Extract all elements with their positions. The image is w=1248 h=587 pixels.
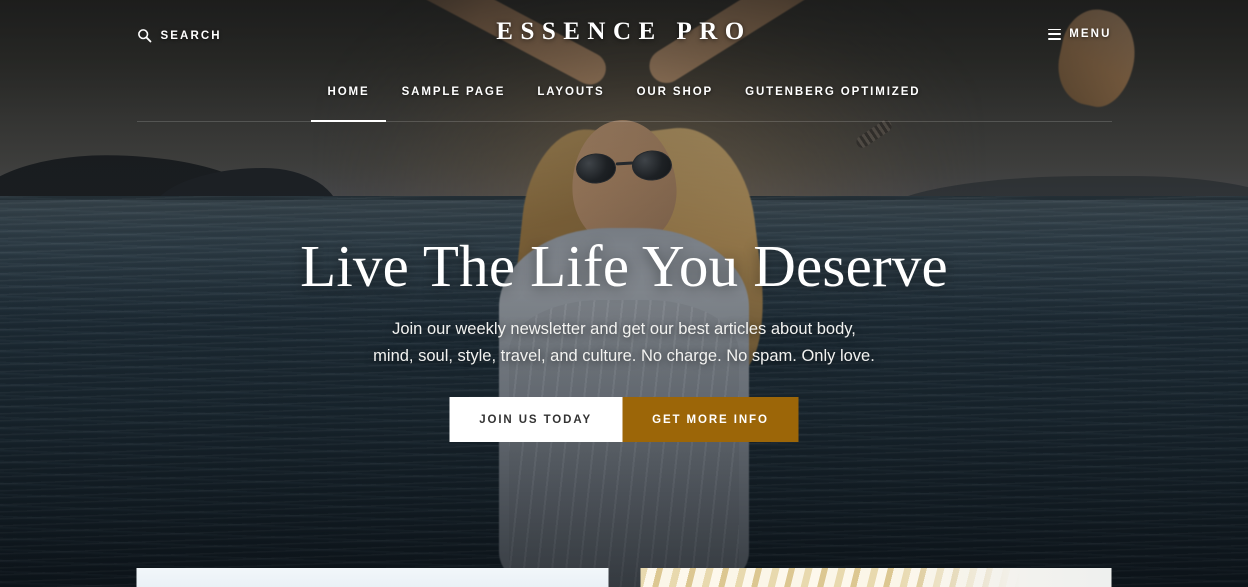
menu-toggle[interactable]: Menu (1048, 28, 1111, 40)
hero-section: Search Essence Pro Menu Home Sample Page… (0, 0, 1248, 587)
nav-item-sample-page[interactable]: Sample Page (386, 78, 522, 121)
hero-title: Live The Life You Deserve (300, 233, 948, 299)
hero-button-group: Join Us Today Get More Info (137, 397, 1112, 443)
site-logo[interactable]: Essence Pro (496, 18, 751, 46)
header-top-row: Search Essence Pro Menu (137, 0, 1112, 78)
menu-label: Menu (1069, 28, 1112, 40)
primary-navigation: Home Sample Page Layouts Our Shop Gutenb… (136, 78, 1112, 122)
hero-content: Live The Life You Deserve Join our weekl… (137, 233, 1112, 443)
content-card-right[interactable] (640, 568, 1112, 587)
search-icon (137, 28, 152, 43)
join-us-today-button[interactable]: Join Us Today (449, 397, 623, 443)
nav-item-layouts[interactable]: Layouts (521, 78, 620, 121)
nav-item-our-shop[interactable]: Our Shop (621, 78, 730, 121)
search-label: Search (160, 29, 222, 42)
search-toggle[interactable]: Search (137, 28, 222, 43)
primary-navigation-wrap: Home Sample Page Layouts Our Shop Gutenb… (136, 78, 1112, 122)
content-card-left[interactable] (136, 568, 608, 587)
nav-item-gutenberg-optimized[interactable]: Gutenberg Optimized (729, 78, 936, 121)
site-header: Search Essence Pro Menu Home Sample Page… (0, 0, 1248, 132)
content-cards-row (136, 568, 1112, 587)
nav-item-home[interactable]: Home (311, 78, 386, 122)
get-more-info-button[interactable]: Get More Info (622, 397, 799, 443)
hero-subtitle: Join our weekly newsletter and get our b… (373, 319, 875, 365)
hamburger-icon (1048, 28, 1062, 40)
